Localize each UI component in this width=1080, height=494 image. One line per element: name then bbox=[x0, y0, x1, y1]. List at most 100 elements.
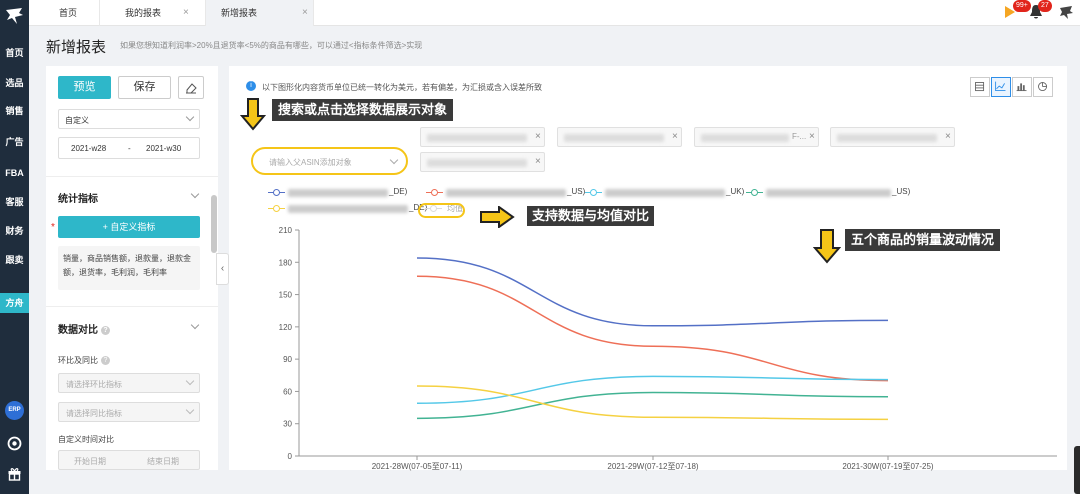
sidebar-item-product-selection[interactable]: 选品 bbox=[0, 73, 29, 93]
date-start: 2021-w28 bbox=[71, 144, 107, 153]
page-title: 新增报表 bbox=[46, 39, 107, 56]
annotation-search: 搜索或点击选择数据展示对象 bbox=[272, 99, 454, 121]
series-line bbox=[416, 257, 889, 327]
custom-time-label: 自定义时间对比 bbox=[58, 435, 114, 444]
close-icon[interactable]: × bbox=[535, 156, 541, 167]
asin-placeholder: 请输入父ASIN添加对象 bbox=[269, 158, 352, 167]
date-separator: - bbox=[128, 144, 131, 153]
settings-icon[interactable] bbox=[7, 436, 22, 451]
clear-button[interactable] bbox=[178, 76, 204, 99]
date-range-picker[interactable]: 2021-w28 - 2021-w30 bbox=[58, 137, 200, 159]
selected-asin-chip[interactable]: × bbox=[830, 127, 955, 147]
x-tick-label: 2021-28W(07-05至07-11) bbox=[372, 462, 463, 471]
tab-label: 我的报表 bbox=[125, 8, 162, 18]
compare-title: 数据对比 bbox=[58, 325, 98, 336]
chevron-down-icon[interactable] bbox=[190, 320, 200, 330]
selected-asin-chip[interactable]: × bbox=[557, 127, 682, 147]
legend-label: _US) bbox=[892, 187, 911, 196]
chevron-left-icon: ‹ bbox=[220, 263, 225, 274]
chevron-down-icon[interactable] bbox=[190, 189, 200, 199]
asin-search-input[interactable]: 请输入父ASIN添加对象 bbox=[251, 147, 408, 175]
end-date-placeholder: 结束日期 bbox=[147, 457, 179, 466]
tab-bar: 首页 我的报表 × 新增报表 × bbox=[29, 0, 1080, 26]
preview-button[interactable]: 预览 bbox=[58, 76, 111, 99]
help-icon[interactable]: ? bbox=[101, 326, 110, 335]
period-select[interactable]: 自定义 bbox=[58, 109, 200, 129]
series-line bbox=[416, 391, 889, 420]
chip-suffix: F-... bbox=[792, 132, 807, 141]
required-mark: * bbox=[51, 222, 55, 233]
metrics-section-title: 统计指标 bbox=[58, 194, 98, 205]
close-icon[interactable]: × bbox=[672, 131, 678, 142]
legend-marker bbox=[746, 189, 763, 196]
custom-date-range[interactable]: 开始日期 结束日期 bbox=[58, 450, 200, 470]
date-end: 2021-w30 bbox=[146, 144, 182, 153]
help-icon[interactable]: ? bbox=[101, 356, 110, 365]
page-description: 如果您想知道利润率>20%且退货率<5%的商品有哪些，可以通过<指标条件筛选>实… bbox=[120, 41, 423, 50]
save-button[interactable]: 保存 bbox=[118, 76, 171, 99]
sidebar: 首页选品销售广告 FBA 客服财务跟卖方舟 ERP bbox=[0, 0, 29, 494]
ratio-label: 环比及同比? bbox=[58, 355, 110, 366]
page-scrollbar[interactable] bbox=[1074, 446, 1080, 494]
sidebar-item-home[interactable]: 首页 bbox=[0, 43, 29, 63]
table-view-icon-glyph bbox=[975, 82, 985, 92]
pie-chart-icon-glyph bbox=[1038, 82, 1048, 92]
sidebar-item-customer-service[interactable]: 客服 bbox=[0, 192, 29, 212]
close-icon[interactable]: × bbox=[809, 131, 815, 142]
close-icon[interactable]: × bbox=[535, 131, 541, 142]
bar-chart-icon-glyph bbox=[1016, 83, 1027, 92]
ratio-select-1-placeholder: 请选择环比指标 bbox=[66, 380, 122, 389]
y-tick-label: 150 bbox=[279, 291, 293, 300]
legend-label: _US) bbox=[567, 187, 586, 196]
sidebar-item-follow-sell[interactable]: 跟卖 bbox=[0, 250, 29, 270]
gift-icon[interactable] bbox=[7, 466, 22, 481]
tab-my-reports[interactable]: 我的报表 × bbox=[100, 0, 206, 26]
tab-label: 新增报表 bbox=[221, 8, 258, 18]
close-icon[interactable]: × bbox=[183, 0, 189, 26]
close-icon[interactable]: × bbox=[945, 131, 951, 142]
start-date-placeholder: 开始日期 bbox=[74, 457, 106, 466]
bar-chart-icon[interactable] bbox=[1012, 77, 1032, 97]
sidebar-item-fba[interactable]: FBA bbox=[0, 163, 29, 183]
ratio-select-1[interactable]: 请选择环比指标 bbox=[58, 373, 200, 393]
avatar-icon[interactable] bbox=[1058, 4, 1074, 20]
tab-new-report[interactable]: 新增报表 × bbox=[206, 0, 314, 26]
legend-marker bbox=[268, 205, 285, 212]
sidebar-item-ark[interactable]: 方舟 bbox=[0, 293, 29, 313]
left-panel: 预览 保存 自定义 2021-w28 - 2021-w30 统计指标 * + 自… bbox=[46, 66, 218, 470]
close-icon[interactable]: × bbox=[302, 0, 308, 26]
legend-marker bbox=[426, 189, 443, 196]
y-tick-label: 90 bbox=[283, 355, 292, 364]
sidebar-item-sales[interactable]: 销售 bbox=[0, 101, 29, 121]
erp-icon[interactable]: ERP bbox=[5, 401, 24, 420]
currency-notice: 以下图形化内容货币单位已统一转化为美元，若有偏差，为汇损或含入误差所致 bbox=[262, 83, 542, 92]
collapse-panel-button[interactable]: ‹ bbox=[216, 253, 229, 285]
notification-badge: 27 bbox=[1038, 0, 1052, 12]
sidebar-item-ads[interactable]: 广告 bbox=[0, 132, 29, 152]
eraser-icon bbox=[186, 83, 197, 94]
chevron-down-icon bbox=[389, 155, 399, 165]
left-panel-scrollbar[interactable] bbox=[211, 195, 217, 253]
line-chart-icon[interactable] bbox=[991, 77, 1011, 97]
ratio-select-2-placeholder: 请选择同比指标 bbox=[66, 409, 122, 418]
line-chart-icon-glyph bbox=[995, 81, 1006, 92]
y-tick-label: 120 bbox=[279, 323, 293, 332]
ratio-select-2[interactable]: 请选择同比指标 bbox=[58, 402, 200, 422]
bird-logo-icon[interactable] bbox=[4, 6, 25, 26]
selected-asin-chip[interactable]: × bbox=[420, 127, 545, 147]
tab-home[interactable]: 首页 bbox=[29, 0, 100, 26]
legend-marker bbox=[268, 189, 285, 196]
legend-label-redacted bbox=[766, 189, 891, 197]
selected-asin-chip[interactable]: × bbox=[420, 152, 545, 172]
custom-metric-button[interactable]: + 自定义指标 bbox=[58, 216, 200, 238]
pie-chart-icon[interactable] bbox=[1033, 77, 1053, 97]
x-tick-label: 2021-30W(07-19至07-25) bbox=[842, 462, 933, 471]
legend-label-redacted bbox=[288, 189, 388, 197]
selected-asin-chip[interactable]: F-... × bbox=[694, 127, 819, 147]
metrics-text: 销量，商品销售额，退款量，退款金额，退货率，毛利润，毛利率 bbox=[63, 254, 191, 277]
y-tick-label: 60 bbox=[283, 387, 292, 396]
table-view-icon[interactable] bbox=[970, 77, 990, 97]
y-tick-label: 180 bbox=[279, 258, 293, 267]
legend-marker bbox=[585, 189, 602, 196]
sidebar-item-finance[interactable]: 财务 bbox=[0, 221, 29, 241]
